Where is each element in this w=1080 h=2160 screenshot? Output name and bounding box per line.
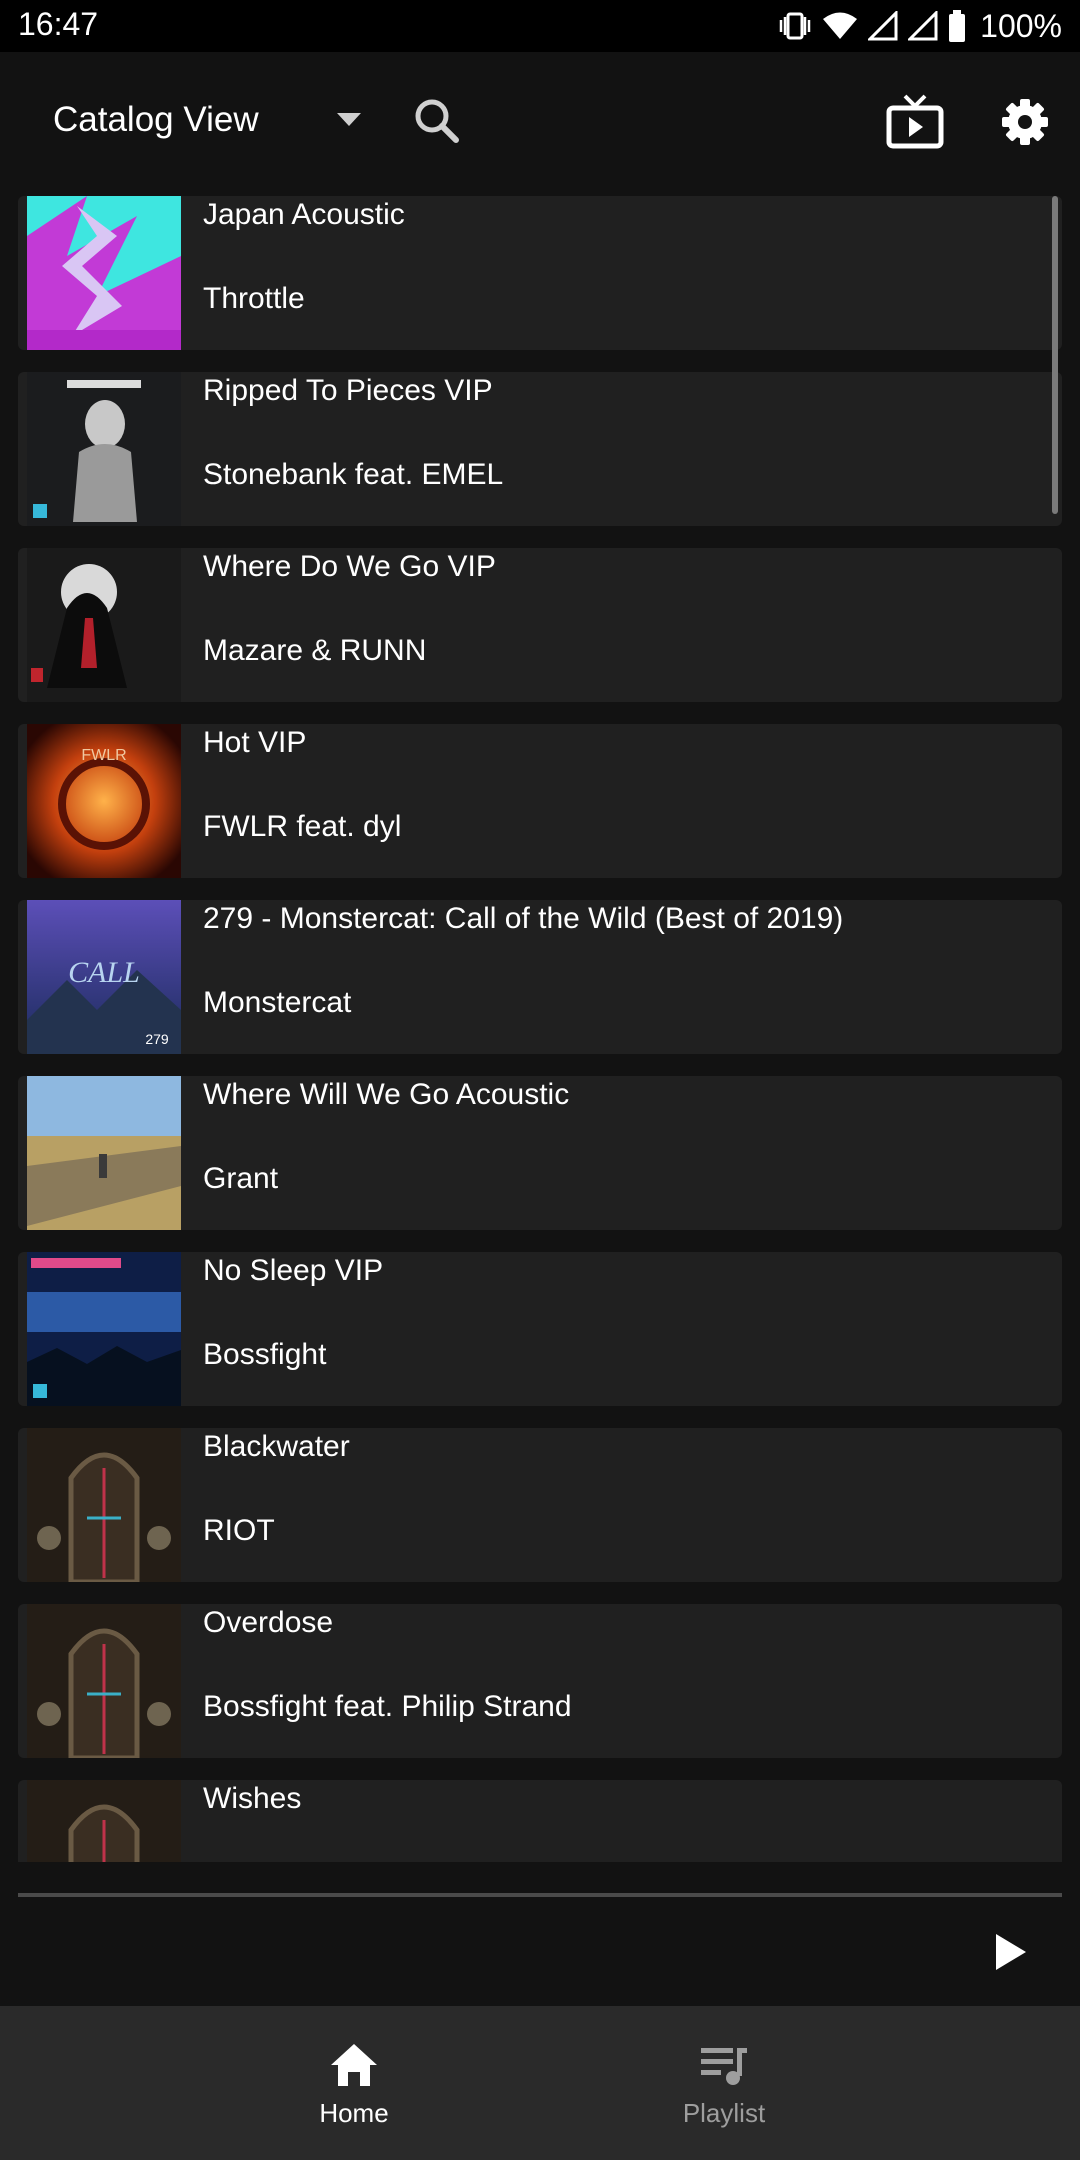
album-art bbox=[27, 548, 181, 702]
svg-text:FWLR: FWLR bbox=[81, 747, 126, 764]
track-row[interactable]: CALL 279 279 - Monstercat: Call of the W… bbox=[18, 900, 1062, 1054]
track-artist: Monstercat bbox=[203, 986, 352, 1019]
track-list[interactable]: Japan Acoustic Throttle Ripped To Pieces… bbox=[18, 196, 1062, 1862]
play-button[interactable] bbox=[988, 1930, 1032, 1974]
album-art: CALL 279 bbox=[27, 900, 181, 1054]
nav-home[interactable]: Home bbox=[174, 2006, 534, 2160]
wifi-icon bbox=[823, 12, 858, 39]
track-title: Overdose bbox=[203, 1606, 334, 1639]
settings-button[interactable] bbox=[998, 92, 1052, 152]
catalog-view-dropdown[interactable]: Catalog View bbox=[53, 92, 361, 148]
nav-playlist-label: Playlist bbox=[682, 2098, 766, 2128]
play-icon bbox=[996, 1934, 1026, 1970]
svg-text:279: 279 bbox=[145, 1031, 169, 1047]
app-bar: Catalog View bbox=[0, 52, 1080, 188]
track-title: Where Do We Go VIP bbox=[203, 550, 496, 583]
nav-playlist[interactable]: Playlist bbox=[544, 2006, 904, 2160]
track-title: No Sleep VIP bbox=[203, 1254, 384, 1287]
status-time: 16:47 bbox=[18, 6, 99, 42]
chevron-down-icon bbox=[336, 113, 361, 126]
battery-icon bbox=[949, 10, 966, 42]
album-art bbox=[27, 196, 181, 350]
track-title: Ripped To Pieces VIP bbox=[203, 374, 493, 407]
playlist-icon bbox=[701, 2048, 747, 2085]
album-art bbox=[27, 1428, 181, 1582]
status-bar: 16:47 100% bbox=[0, 0, 1080, 52]
live-tv-icon bbox=[886, 94, 944, 149]
track-row[interactable]: Where Will We Go Acoustic Grant bbox=[18, 1076, 1062, 1230]
album-art: FWLR bbox=[27, 724, 181, 878]
track-row[interactable]: Overdose Bossfight feat. Philip Strand bbox=[18, 1604, 1062, 1758]
album-art bbox=[27, 1076, 181, 1230]
album-art bbox=[27, 372, 181, 526]
track-artist: Grant bbox=[203, 1162, 279, 1195]
album-art bbox=[27, 1780, 181, 1862]
track-title: Wishes bbox=[203, 1782, 302, 1815]
track-row[interactable]: Ripped To Pieces VIP Stonebank feat. EME… bbox=[18, 372, 1062, 526]
track-artist: FWLR feat. dyl bbox=[203, 810, 402, 843]
track-row[interactable]: FWLR Hot VIP FWLR feat. dyl bbox=[18, 724, 1062, 878]
live-tv-button[interactable] bbox=[885, 92, 945, 152]
player-progress-bar[interactable] bbox=[18, 1893, 1062, 1897]
track-row[interactable]: Wishes bbox=[18, 1780, 1062, 1862]
list-scrollbar[interactable] bbox=[1052, 196, 1058, 514]
nav-home-label: Home bbox=[319, 2098, 389, 2128]
track-artist: Stonebank feat. EMEL bbox=[203, 458, 504, 491]
svg-text:CALL: CALL bbox=[68, 956, 140, 989]
track-artist: Bossfight feat. Philip Strand bbox=[203, 1690, 572, 1723]
status-icons: 100% bbox=[778, 8, 1062, 44]
view-label: Catalog View bbox=[53, 100, 259, 139]
track-title: Where Will We Go Acoustic bbox=[203, 1078, 570, 1111]
signal-icon-2 bbox=[908, 11, 938, 41]
vibrate-icon bbox=[779, 12, 811, 40]
gear-icon bbox=[1002, 99, 1048, 145]
track-title: Japan Acoustic bbox=[203, 198, 405, 231]
search-button[interactable] bbox=[410, 94, 466, 150]
track-artist: RIOT bbox=[203, 1514, 275, 1547]
track-artist: Mazare & RUNN bbox=[203, 634, 427, 667]
track-row[interactable]: Japan Acoustic Throttle bbox=[18, 196, 1062, 350]
track-row[interactable]: Where Do We Go VIP Mazare & RUNN bbox=[18, 548, 1062, 702]
track-row[interactable]: No Sleep VIP Bossfight bbox=[18, 1252, 1062, 1406]
track-title: Hot VIP bbox=[203, 726, 307, 759]
track-artist: Bossfight bbox=[203, 1338, 327, 1371]
album-art bbox=[27, 1604, 181, 1758]
battery-level: 100% bbox=[980, 7, 1062, 44]
search-icon bbox=[415, 99, 459, 143]
track-title: 279 - Monstercat: Call of the Wild (Best… bbox=[203, 902, 844, 935]
home-icon bbox=[331, 2044, 377, 2086]
track-title: Blackwater bbox=[203, 1430, 350, 1463]
track-row[interactable]: Blackwater RIOT bbox=[18, 1428, 1062, 1582]
track-artist: Throttle bbox=[203, 282, 305, 315]
bottom-nav: Home Playlist bbox=[0, 2006, 1080, 2160]
signal-icon bbox=[868, 11, 898, 41]
album-art bbox=[27, 1252, 181, 1406]
